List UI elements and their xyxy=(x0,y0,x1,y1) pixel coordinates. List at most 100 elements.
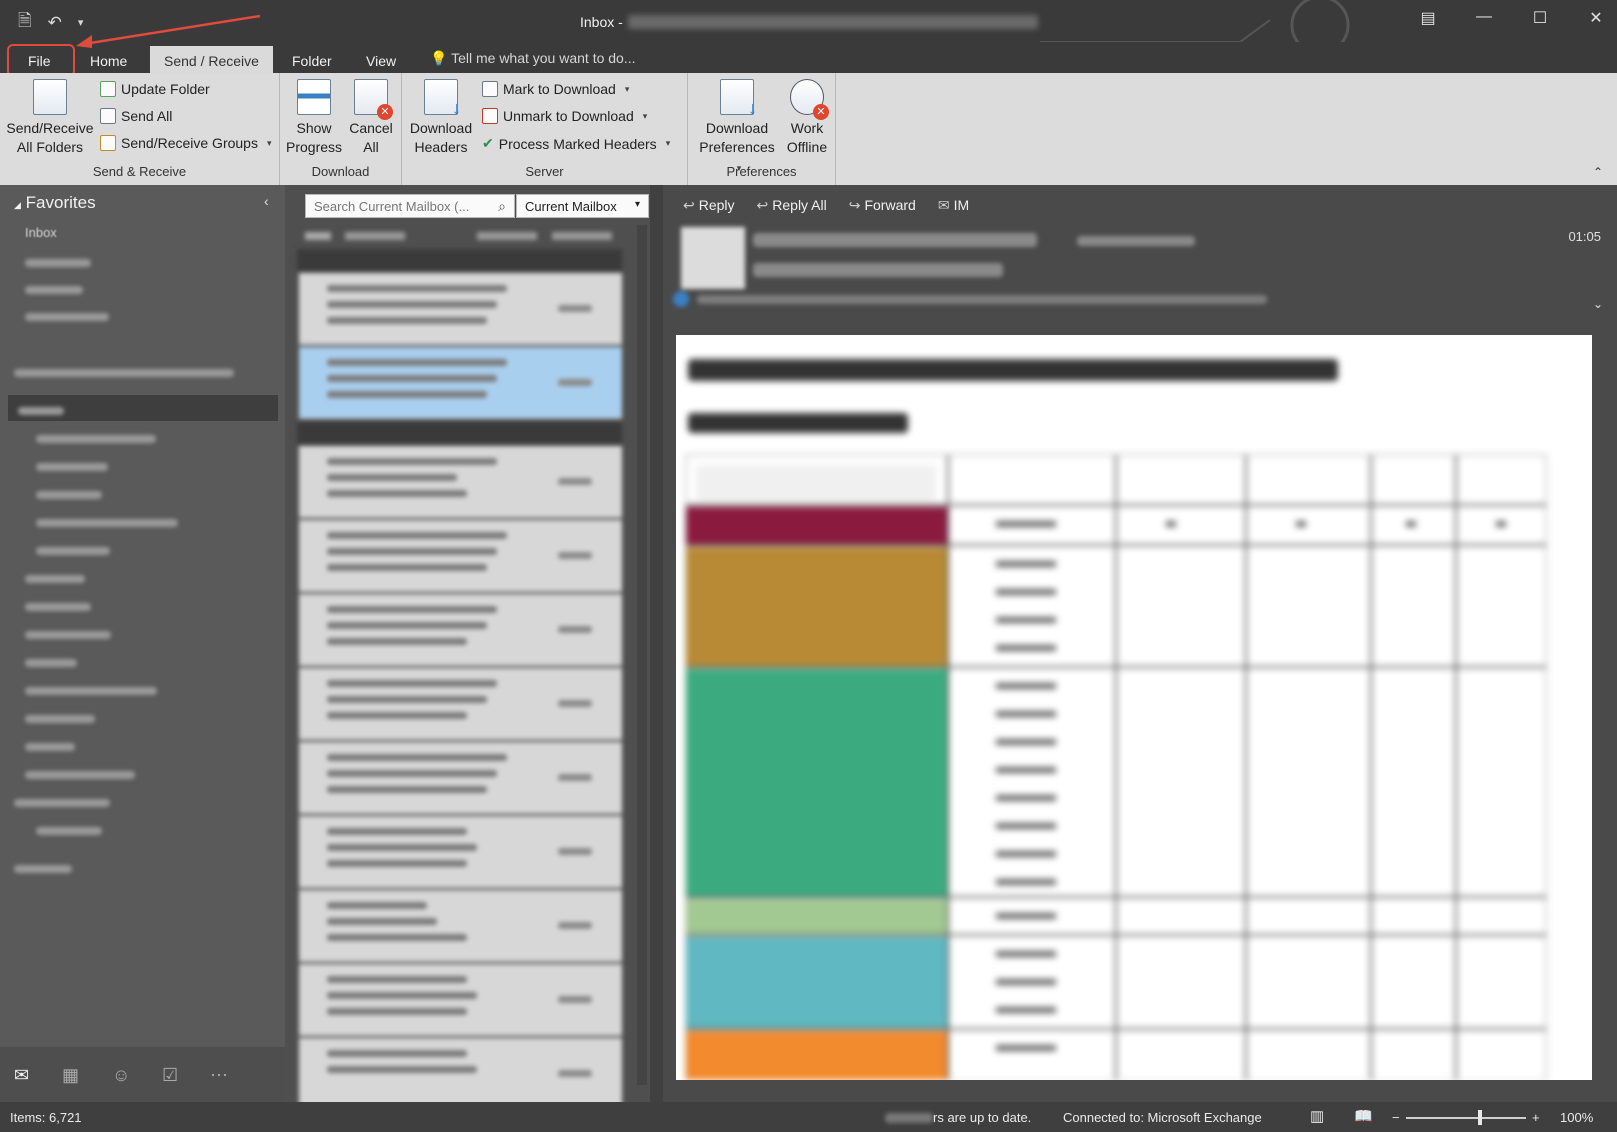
show-progress-button[interactable]: Show Progress xyxy=(286,79,342,157)
folder-favorites-inbox[interactable]: Inbox xyxy=(25,225,57,240)
unmark-to-download-button[interactable]: Unmark to Download ▾ xyxy=(482,108,647,124)
mail-icon[interactable]: ✉ xyxy=(14,1065,29,1086)
message-time: 01:05 xyxy=(1568,229,1601,244)
download-headers-button[interactable]: ↓ Download Headers xyxy=(406,79,476,157)
group-header-yesterday[interactable] xyxy=(297,422,622,444)
tell-me-search[interactable]: 💡 Tell me what you want to do... xyxy=(430,50,636,67)
folder-inbox-selected[interactable] xyxy=(18,403,64,418)
list-item[interactable] xyxy=(299,964,622,1036)
normal-view-icon[interactable]: ▥ xyxy=(1310,1107,1324,1125)
zoom-level[interactable]: 100% xyxy=(1560,1110,1593,1125)
send-receive-groups-button[interactable]: Send/Receive Groups ▾ xyxy=(100,135,272,151)
folder-item[interactable] xyxy=(25,711,95,726)
reply-all-button[interactable]: ↩ Reply All xyxy=(757,197,827,214)
list-item[interactable] xyxy=(299,594,622,666)
folder-item[interactable] xyxy=(36,823,102,838)
chevron-down-icon: ▾ xyxy=(266,137,272,148)
reading-pane: ↩ Reply ↩ Reply All ↪ Forward ✉ IM 01:05 ⌄ xyxy=(663,185,1617,1102)
account-header[interactable] xyxy=(14,365,234,380)
zoom-out-icon[interactable]: − xyxy=(1392,1110,1400,1125)
update-folder-icon xyxy=(100,81,116,97)
folder-item[interactable] xyxy=(25,599,91,614)
reply-button[interactable]: ↩ Reply xyxy=(683,197,735,214)
send-all-label: Send All xyxy=(121,108,173,124)
message-list-pane: Search Current Mailbox (... ⌕ Current Ma… xyxy=(285,185,650,1110)
zoom-slider[interactable] xyxy=(1406,1110,1526,1125)
reply-all-label: Reply All xyxy=(772,197,827,213)
search-input[interactable]: Search Current Mailbox (... ⌕ xyxy=(305,194,515,218)
expand-header-icon[interactable]: ⌄ xyxy=(1593,297,1603,311)
list-item[interactable] xyxy=(299,742,622,814)
folder-item[interactable] xyxy=(36,543,110,558)
folder-item[interactable] xyxy=(25,309,109,324)
folder-item[interactable] xyxy=(36,459,108,474)
list-item[interactable] xyxy=(299,816,622,888)
folder-item[interactable] xyxy=(25,627,111,642)
lightbulb-icon: 💡 xyxy=(430,50,448,66)
folder-item[interactable] xyxy=(25,739,75,754)
group-label-send-receive: Send & Receive xyxy=(92,164,187,179)
folder-item[interactable] xyxy=(25,255,91,270)
folder-item[interactable] xyxy=(25,655,77,670)
list-item-selected[interactable] xyxy=(299,347,622,419)
chevron-down-icon: ▾ xyxy=(665,138,671,148)
mark-to-download-label: Mark to Download xyxy=(503,81,616,97)
info-bar[interactable] xyxy=(697,295,1267,304)
list-item[interactable] xyxy=(299,890,622,962)
folder-item[interactable] xyxy=(36,431,156,446)
message-list-scrollbar[interactable] xyxy=(637,225,647,1085)
folder-item[interactable] xyxy=(36,515,178,530)
list-item[interactable] xyxy=(299,1038,622,1110)
folder-item[interactable] xyxy=(25,571,85,586)
show-progress-label: Show Progress xyxy=(286,120,343,155)
more-icon[interactable]: ⋯ xyxy=(210,1065,228,1086)
undo-icon[interactable]: ↶ xyxy=(48,13,62,33)
favorites-label: Favorites xyxy=(25,193,96,212)
search-icon[interactable]: ⌕ xyxy=(498,198,506,215)
folder-item[interactable] xyxy=(14,795,110,810)
window-title-redacted xyxy=(628,15,1038,29)
update-folder-button[interactable]: Update Folder xyxy=(100,81,210,97)
collapse-pane-icon[interactable]: ‹ xyxy=(264,193,269,209)
work-offline-label: Work Offline xyxy=(786,120,828,155)
folder-item[interactable] xyxy=(14,861,72,876)
minimize-icon[interactable]: — xyxy=(1473,8,1495,28)
tab-view[interactable]: View xyxy=(352,46,410,73)
tasks-icon[interactable]: ☑ xyxy=(162,1065,178,1086)
favorites-header[interactable]: ◢ Favorites xyxy=(14,193,96,213)
list-item[interactable] xyxy=(299,273,622,345)
send-receive-all-button[interactable]: Send/Receive All Folders xyxy=(4,79,96,157)
folder-item[interactable] xyxy=(25,683,157,698)
group-label-server: Server xyxy=(525,164,564,179)
folder-item[interactable] xyxy=(25,767,135,782)
send-all-button[interactable]: Send All xyxy=(100,108,172,124)
im-button[interactable]: ✉ IM xyxy=(938,197,969,214)
group-header-today[interactable] xyxy=(297,249,622,271)
collapse-ribbon-icon[interactable]: ⌃ xyxy=(1593,165,1603,179)
forward-button[interactable]: ↪ Forward xyxy=(849,197,916,214)
search-scope-dropdown[interactable]: Current Mailbox ▾ xyxy=(516,194,649,218)
send-receive-icon[interactable]: 🗎 xyxy=(18,8,32,37)
people-icon[interactable]: ☺ xyxy=(112,1065,130,1086)
reading-view-icon[interactable]: 📖 xyxy=(1354,1107,1373,1125)
folder-item[interactable] xyxy=(36,487,102,502)
tab-folder[interactable]: Folder xyxy=(278,46,346,73)
close-icon[interactable]: ✕ xyxy=(1585,8,1607,28)
group-label-download: Download xyxy=(311,164,370,179)
process-marked-headers-button[interactable]: ✔ Process Marked Headers ▾ xyxy=(482,135,670,152)
list-item[interactable] xyxy=(299,520,622,592)
ribbon-display-icon[interactable]: ▤ xyxy=(1417,8,1439,28)
cancel-all-button[interactable]: ✕ Cancel All xyxy=(344,79,398,157)
forward-label: Forward xyxy=(864,197,916,213)
list-item[interactable] xyxy=(299,668,622,740)
zoom-in-icon[interactable]: + xyxy=(1532,1110,1540,1125)
ribbon: Send/Receive All Folders Update Folder S… xyxy=(0,73,1617,185)
calendar-icon[interactable]: ▦ xyxy=(62,1065,79,1086)
list-item[interactable] xyxy=(299,446,622,518)
folder-item[interactable] xyxy=(25,282,83,297)
group-send-receive: Send/Receive All Folders Update Folder S… xyxy=(0,73,280,185)
mark-to-download-button[interactable]: Mark to Download ▾ xyxy=(482,81,629,97)
work-offline-button[interactable]: ✕ Work Offline xyxy=(782,79,832,157)
maximize-icon[interactable]: ☐ xyxy=(1529,8,1551,28)
zoom-slider-thumb[interactable] xyxy=(1478,1110,1482,1125)
